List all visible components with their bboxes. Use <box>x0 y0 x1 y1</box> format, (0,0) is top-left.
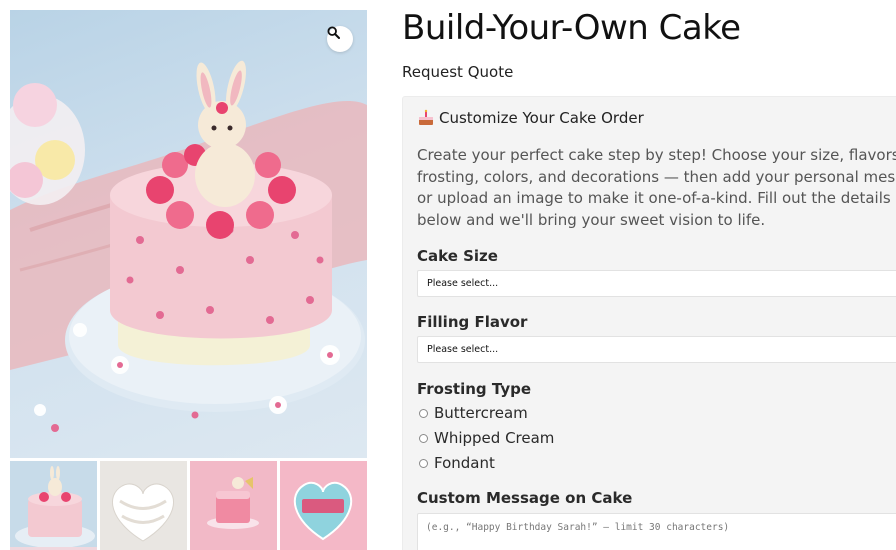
radio-button[interactable] <box>419 408 428 418</box>
cake-illustration <box>10 60 367 432</box>
filling-flavor-label: Filling Flavor <box>417 313 528 331</box>
thumbnail-2[interactable] <box>100 461 187 550</box>
panel-heading: Customize Your Cake Order <box>417 109 644 127</box>
frosting-option-fondant[interactable]: Fondant <box>419 454 495 472</box>
radio-button[interactable] <box>419 458 428 468</box>
filling-flavor-select[interactable]: Please select... <box>417 336 896 363</box>
cake-size-select[interactable]: Please select... <box>417 270 896 297</box>
custom-message-input[interactable]: (e.g., “Happy Birthday Sarah!” — limit 3… <box>417 513 896 550</box>
panel-heading-text: Customize Your Cake Order <box>439 109 644 127</box>
cake-size-label: Cake Size <box>417 247 498 265</box>
radio-label: Whipped Cream <box>434 429 555 447</box>
radio-label: Fondant <box>434 454 495 472</box>
search-icon <box>327 26 340 39</box>
main-product-image[interactable] <box>10 10 367 458</box>
product-title: Build-Your-Own Cake <box>402 8 741 48</box>
cake-icon <box>419 109 433 125</box>
frosting-option-whipped-cream[interactable]: Whipped Cream <box>419 429 554 447</box>
frosting-type-label: Frosting Type <box>417 380 532 398</box>
customize-panel: Customize Your Cake Order Create your pe… <box>402 96 896 550</box>
thumbnail-strip <box>10 461 367 550</box>
custom-message-label: Custom Message on Cake <box>417 489 633 507</box>
thumbnail-1[interactable] <box>10 461 97 550</box>
zoom-button[interactable] <box>327 26 353 52</box>
request-quote-link[interactable]: Request Quote <box>402 63 513 81</box>
product-gallery <box>10 10 367 550</box>
radio-button[interactable] <box>419 433 428 443</box>
radio-label: Buttercream <box>434 404 528 422</box>
frosting-option-buttercream[interactable]: Buttercream <box>419 404 528 422</box>
panel-description: Create your perfect cake step by step! C… <box>417 146 896 229</box>
thumbnail-4[interactable] <box>280 461 367 550</box>
thumbnail-3[interactable] <box>190 461 277 550</box>
